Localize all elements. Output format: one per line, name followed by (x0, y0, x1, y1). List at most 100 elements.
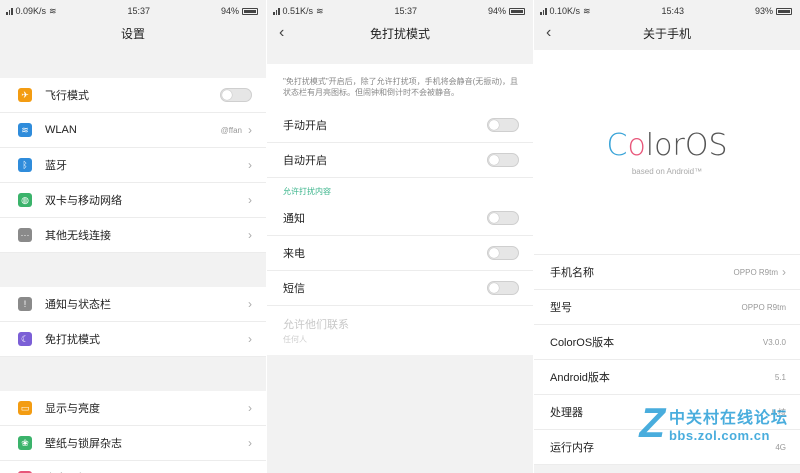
settings-item[interactable]: ❀ 壁纸与锁屏杂志 › (0, 426, 266, 461)
notification-icon: ! (18, 297, 32, 311)
info-value: OPPO R9tm (741, 302, 786, 312)
info-value: V3.0.0 (762, 337, 786, 347)
chevron-right-icon: › (248, 123, 252, 137)
toggle-switch[interactable] (487, 246, 519, 260)
toggle-knob (489, 213, 499, 223)
settings-item-value: @ffan (220, 125, 242, 135)
toggle-switch[interactable] (220, 88, 252, 102)
info-label: 手机名称 (550, 267, 594, 279)
globe-icon: ◍ (18, 193, 32, 207)
info-value: 4G (775, 442, 786, 452)
settings-group-display: ▭ 显示与亮度 › ❀ 壁纸与锁屏杂志 › ♪声音与振动› (0, 391, 266, 473)
info-label: ColorOS版本 (550, 337, 615, 349)
chevron-right-icon: › (248, 193, 252, 207)
status-bar: 0.09K/s ≋ 15:37 94% (0, 0, 266, 22)
settings-group-notifications: ! 通知与状态栏 › ☾ 免打扰模式 › (0, 287, 266, 357)
settings-item[interactable]: ≋ WLAN @ffan › (0, 113, 266, 148)
moon-icon: ☾ (18, 332, 32, 346)
settings-item[interactable]: ✈ 飞行模式 (0, 78, 266, 113)
toggle-item-label: 自动开启 (283, 155, 327, 167)
settings-item-label: 显示与亮度 (45, 403, 100, 415)
battery-percent: 94% (220, 6, 239, 16)
section-header: 允许打扰内容 (267, 178, 533, 201)
settings-item-label: 其他无线连接 (45, 230, 111, 242)
signal-icon (6, 7, 13, 15)
network-speed: 0.10K/s (549, 6, 581, 16)
back-arrow-icon[interactable]: ‹ (546, 25, 551, 41)
coloros-logo: ColorOS (606, 128, 728, 163)
wifi-status-icon: ≋ (49, 5, 57, 16)
settings-item[interactable]: ! 通知与状态栏 › (0, 287, 266, 322)
wifi-status-icon: ≋ (583, 5, 591, 16)
settings-item[interactable]: ··· 其他无线连接 › (0, 218, 266, 253)
watermark-cn: 中关村在线论坛 (668, 409, 788, 427)
toggle-item-label: 来电 (283, 248, 305, 260)
settings-item[interactable]: ▭ 显示与亮度 › (0, 391, 266, 426)
watermark-en: bbs.zol.com.cn (668, 427, 770, 443)
info-row: 型号 OPPO R9tm (534, 290, 800, 325)
info-value: OPPO R9tm (733, 267, 778, 277)
toggle-item-label: 短信 (283, 283, 305, 295)
title-text: 关于手机 (642, 26, 691, 41)
settings-item[interactable]: ◍ 双卡与移动网络 › (0, 183, 266, 218)
toggle-item[interactable]: 自动开启 (267, 143, 533, 178)
toggle-knob (222, 90, 232, 100)
chevron-right-icon: › (248, 228, 252, 242)
clock: 15:43 (661, 6, 685, 16)
toggle-item[interactable]: 短信 (267, 271, 533, 306)
clock: 15:37 (127, 6, 151, 16)
chevron-right-icon: › (248, 297, 252, 311)
battery-percent: 94% (487, 6, 506, 16)
os-logo-area: ColorOS based on Android™ (534, 50, 800, 255)
battery-icon (509, 7, 525, 15)
info-row: Android版本 5.1 (534, 360, 800, 395)
battery-icon (776, 7, 792, 15)
network-speed: 0.09K/s (15, 6, 47, 16)
display-icon: ▭ (18, 401, 32, 415)
toggle-switch[interactable] (487, 281, 519, 295)
status-bar: 0.51K/s ≋ 15:37 94% (267, 0, 533, 22)
info-label: Android版本 (550, 372, 610, 384)
forum-watermark: Z 中关村在线论坛 bbs.zol.com.cn (639, 402, 788, 444)
do-not-disturb-screen: 0.51K/s ≋ 15:37 94% ‹ 免打扰模式 "免打扰模式"开启后，除… (267, 0, 533, 473)
allow-contacts-title: 允许他们联系 (283, 319, 349, 331)
wifi-status-icon: ≋ (316, 5, 324, 16)
toggle-item[interactable]: 来电 (267, 236, 533, 271)
chevron-right-icon: › (248, 436, 252, 450)
toggle-switch[interactable] (487, 118, 519, 132)
settings-item[interactable]: ♪声音与振动› (0, 461, 266, 473)
toggle-switch[interactable] (487, 211, 519, 225)
settings-item-label: 免打扰模式 (45, 334, 100, 346)
dnd-description: "免打扰模式"开启后，除了允许打扰项，手机将会静音(无振动)，且状态栏有月亮图标… (267, 64, 533, 108)
title-text: 设置 (120, 26, 145, 41)
toggle-switch[interactable] (487, 153, 519, 167)
settings-item-label: 通知与状态栏 (45, 299, 111, 311)
toggle-knob (489, 248, 499, 258)
settings-item[interactable]: ☾ 免打扰模式 › (0, 322, 266, 357)
settings-group-connectivity: ✈ 飞行模式 ≋ WLAN @ffan › ᛒ 蓝牙 › ◍ 双卡与移动网络 › ··· 其他无线连接 › (0, 78, 266, 253)
back-arrow-icon[interactable]: ‹ (279, 25, 284, 41)
settings-screen: 0.09K/s ≋ 15:37 94% 设置 ✈ 飞行模式 ≋ WLAN @ffan › ᛒ… (0, 0, 266, 473)
info-row: ColorOS版本 V3.0.0 (534, 325, 800, 360)
settings-item-label: 壁纸与锁屏杂志 (45, 438, 122, 450)
battery-percent: 93% (754, 6, 773, 16)
status-bar: 0.10K/s ≋ 15:43 93% (534, 0, 800, 22)
chevron-right-icon: › (248, 401, 252, 415)
info-value: 5.1 (774, 372, 786, 382)
toggle-item-label: 手动开启 (283, 120, 327, 132)
chevron-right-icon: › (248, 332, 252, 346)
page-title: 设置 (0, 22, 266, 44)
info-row[interactable]: 手机名称 OPPO R9tm › (534, 255, 800, 290)
wallpaper-icon: ❀ (18, 436, 32, 450)
allowed-content-group: 通知来电短信 (267, 201, 533, 306)
signal-icon (273, 7, 280, 15)
title-text: 免打扰模式 (369, 26, 430, 41)
allow-contacts-item[interactable]: 允许他们联系 任何人 (267, 306, 533, 355)
toggle-item[interactable]: 通知 (267, 201, 533, 236)
settings-item-label: 飞行模式 (45, 90, 89, 102)
toggle-item[interactable]: 手动开启 (267, 108, 533, 143)
bluetooth-icon: ᛒ (18, 158, 32, 172)
battery-icon (242, 7, 258, 15)
settings-item[interactable]: ᛒ 蓝牙 › (0, 148, 266, 183)
toggle-knob (489, 155, 499, 165)
